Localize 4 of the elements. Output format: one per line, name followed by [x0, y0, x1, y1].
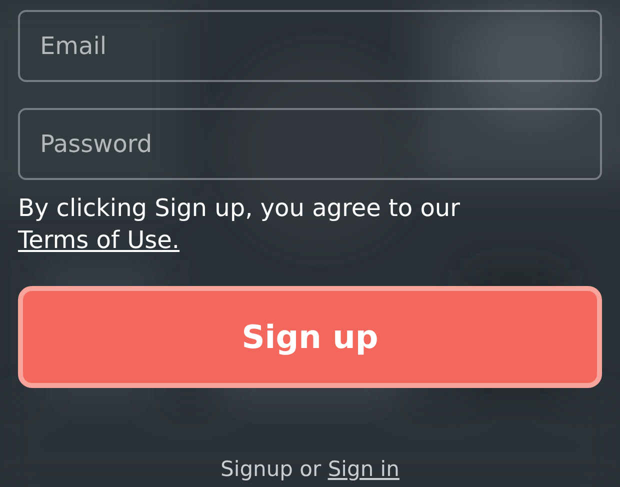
terms-link[interactable]: Terms of Use.	[18, 226, 180, 254]
terms-text: By clicking Sign up, you agree to our Terms of Use.	[18, 193, 461, 256]
sign-in-link[interactable]: Sign in	[328, 457, 400, 481]
footer-text: Signup or	[220, 457, 322, 481]
